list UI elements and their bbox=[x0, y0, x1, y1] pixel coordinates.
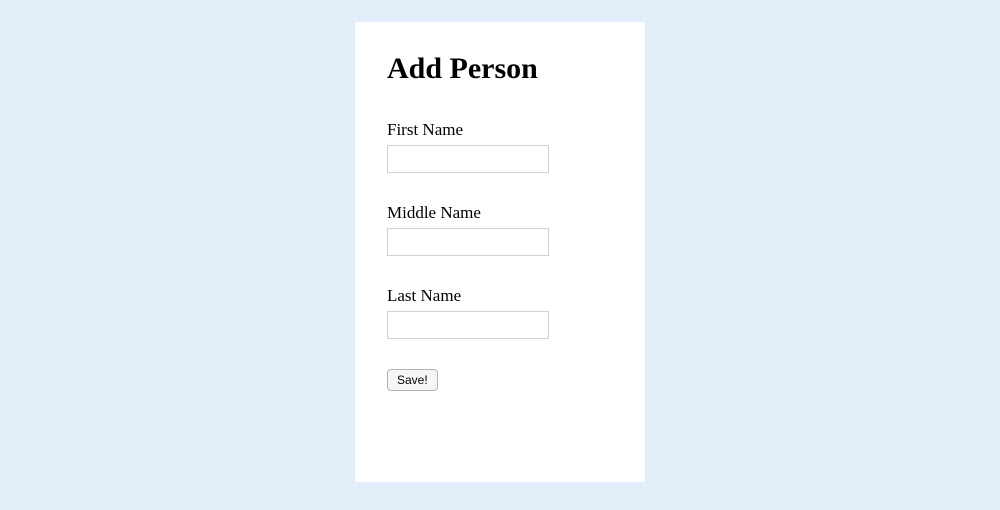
field-middle-name: Middle Name bbox=[387, 203, 613, 256]
field-last-name: Last Name bbox=[387, 286, 613, 339]
input-last-name[interactable] bbox=[387, 311, 549, 339]
label-last-name: Last Name bbox=[387, 286, 613, 306]
field-first-name: First Name bbox=[387, 120, 613, 173]
input-first-name[interactable] bbox=[387, 145, 549, 173]
save-button[interactable]: Save! bbox=[387, 369, 438, 391]
label-first-name: First Name bbox=[387, 120, 613, 140]
form-card: Add Person First Name Middle Name Last N… bbox=[355, 22, 645, 482]
page-title: Add Person bbox=[387, 52, 613, 86]
label-middle-name: Middle Name bbox=[387, 203, 613, 223]
input-middle-name[interactable] bbox=[387, 228, 549, 256]
